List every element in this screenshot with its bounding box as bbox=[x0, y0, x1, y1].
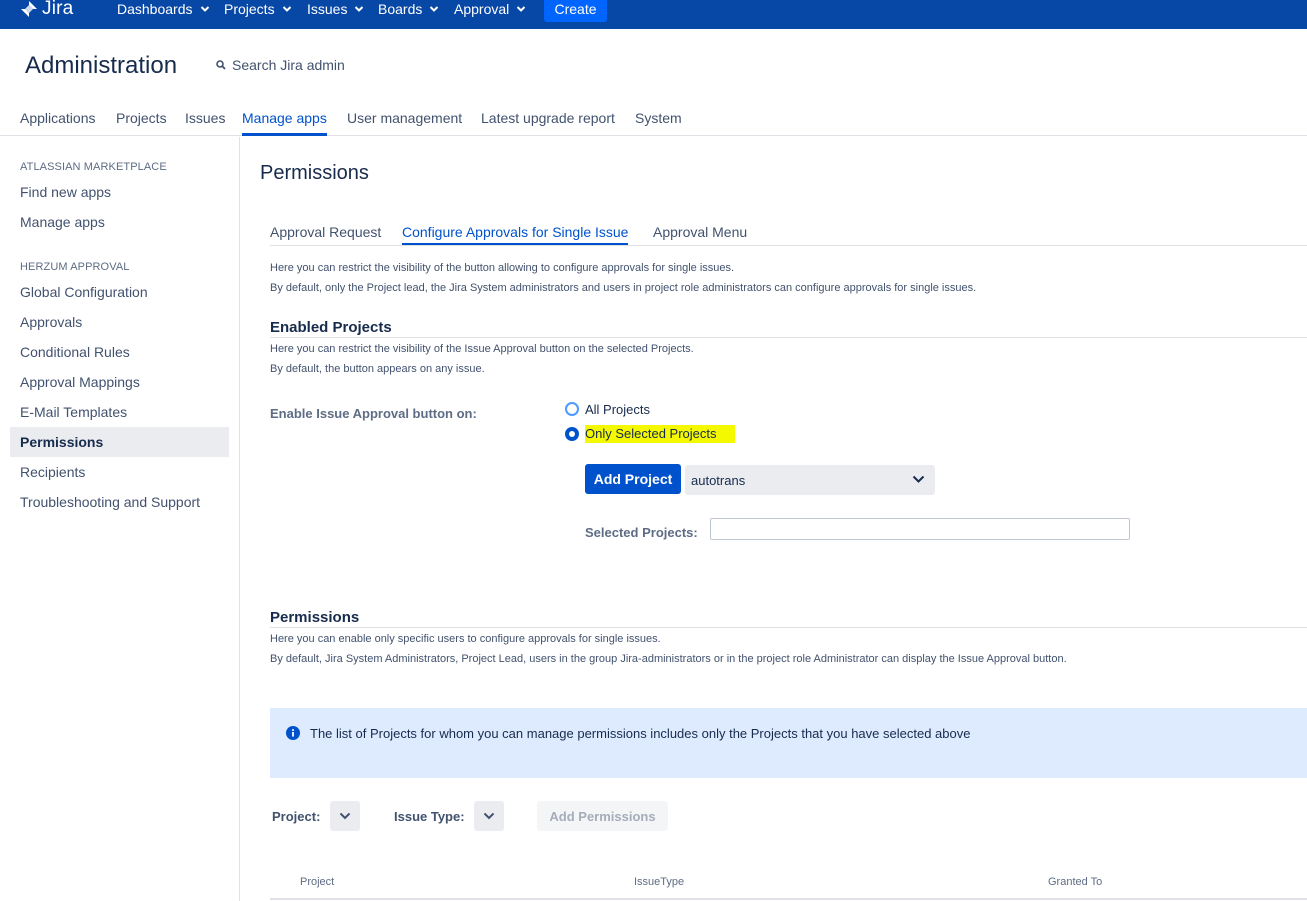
selected-projects-field[interactable] bbox=[710, 518, 1130, 540]
tab-issues[interactable]: Issues bbox=[185, 110, 225, 126]
search-icon bbox=[216, 60, 226, 70]
permissions-title: Permissions bbox=[270, 609, 360, 626]
tab-user-management[interactable]: User management bbox=[347, 110, 462, 126]
nav-boards-label: Boards bbox=[378, 0, 423, 17]
radio-all-projects-label: All Projects bbox=[585, 401, 651, 417]
info-icon bbox=[286, 726, 300, 740]
nav-dashboards-label: Dashboards bbox=[117, 0, 193, 17]
admin-tabs: Applications Projects Issues Manage apps… bbox=[0, 108, 1307, 136]
add-permissions-button[interactable]: Add Permissions bbox=[537, 801, 668, 831]
nav-boards[interactable]: Boards bbox=[378, 0, 439, 17]
sidebar-item-approval-mappings[interactable]: Approval Mappings bbox=[10, 367, 229, 397]
chevron-down-icon bbox=[355, 5, 364, 12]
project-select-value: autotrans bbox=[691, 472, 746, 488]
table-header-divider bbox=[270, 898, 1307, 900]
tab-approval-request[interactable]: Approval Request bbox=[270, 224, 381, 240]
tab-configure-approvals[interactable]: Configure Approvals for Single Issue bbox=[402, 224, 629, 245]
create-button[interactable]: Create bbox=[544, 0, 607, 22]
tab-system[interactable]: System bbox=[635, 110, 682, 126]
approval-subtabs: Approval Request Configure Approvals for… bbox=[270, 222, 1307, 246]
table-header-issuetype: IssueType bbox=[634, 876, 685, 888]
sidebar-item-find-new-apps[interactable]: Find new apps bbox=[10, 177, 229, 207]
tab-manage-apps[interactable]: Manage apps bbox=[242, 110, 327, 136]
chevron-down-icon bbox=[200, 5, 209, 12]
project-select[interactable]: autotrans bbox=[685, 465, 935, 495]
sidebar-heading-marketplace: ATLASSIAN MARKETPLACE bbox=[20, 161, 167, 173]
radio-unchecked-icon bbox=[565, 402, 579, 416]
permissions-desc-2: By default, Jira System Administrators, … bbox=[270, 653, 1067, 665]
page-title: Administration bbox=[25, 52, 178, 79]
divider bbox=[270, 627, 1307, 628]
project-filter-dropdown[interactable] bbox=[330, 801, 360, 831]
chevron-down-icon bbox=[517, 5, 526, 12]
table-header-granted-to: Granted To bbox=[1048, 876, 1103, 888]
sidebar-item-approvals[interactable]: Approvals bbox=[10, 307, 229, 337]
sidebar-item-email-templates[interactable]: E-Mail Templates bbox=[10, 397, 229, 427]
sidebar-heading-herzum-approval: HERZUM APPROVAL bbox=[20, 261, 130, 273]
tab-applications[interactable]: Applications bbox=[20, 110, 96, 126]
selected-projects-label: Selected Projects: bbox=[585, 525, 698, 540]
top-navigation-bar: Jira Dashboards Projects Issues Boards A… bbox=[0, 0, 1307, 29]
nav-approval-label: Approval bbox=[454, 0, 510, 17]
info-message: The list of Projects for whom you can ma… bbox=[270, 708, 1307, 778]
enabled-projects-title: Enabled Projects bbox=[270, 319, 392, 336]
radio-all-projects[interactable]: All Projects bbox=[565, 400, 650, 418]
admin-search[interactable]: Search Jira admin bbox=[216, 57, 345, 73]
chevron-down-icon bbox=[430, 5, 439, 12]
tab-projects[interactable]: Projects bbox=[116, 110, 167, 126]
table-header-project: Project bbox=[300, 876, 335, 888]
jira-logo-text: Jira bbox=[42, 0, 74, 19]
sidebar-item-global-configuration[interactable]: Global Configuration bbox=[10, 277, 229, 307]
intro-text-2: By default, only the Project lead, the J… bbox=[270, 282, 977, 294]
chevron-down-icon bbox=[339, 812, 351, 820]
nav-issues[interactable]: Issues bbox=[307, 0, 364, 17]
radio-only-selected-label: Only Selected Projects bbox=[585, 425, 735, 443]
nav-approval[interactable]: Approval bbox=[454, 0, 526, 17]
enabled-projects-desc-2: By default, the button appears on any is… bbox=[270, 363, 485, 375]
intro-text-1: Here you can restrict the visibility of … bbox=[270, 262, 735, 274]
sidebar-item-permissions[interactable]: Permissions bbox=[10, 427, 229, 457]
nav-projects-label: Projects bbox=[224, 0, 275, 17]
radio-checked-icon bbox=[565, 427, 579, 441]
sidebar: ATLASSIAN MARKETPLACE Find new apps Mana… bbox=[0, 137, 240, 901]
permissions-desc-1: Here you can enable only specific users … bbox=[270, 633, 661, 645]
add-project-button[interactable]: Add Project bbox=[585, 464, 681, 494]
issue-type-filter-label: Issue Type: bbox=[394, 809, 465, 824]
tab-latest-upgrade-report[interactable]: Latest upgrade report bbox=[481, 110, 615, 126]
chevron-down-icon bbox=[912, 475, 925, 483]
section-page-title: Permissions bbox=[260, 162, 369, 184]
enable-approval-label: Enable Issue Approval button on: bbox=[270, 406, 477, 421]
nav-issues-label: Issues bbox=[307, 0, 348, 17]
sidebar-item-recipients[interactable]: Recipients bbox=[10, 457, 229, 487]
radio-only-selected-projects[interactable]: Only Selected Projects bbox=[565, 425, 735, 443]
jira-logo-icon bbox=[21, 1, 37, 17]
info-message-text: The list of Projects for whom you can ma… bbox=[310, 726, 971, 741]
issue-type-filter-dropdown[interactable] bbox=[474, 801, 504, 831]
nav-dashboards[interactable]: Dashboards bbox=[117, 0, 210, 17]
sidebar-item-manage-apps[interactable]: Manage apps bbox=[10, 207, 229, 237]
admin-search-label: Search Jira admin bbox=[232, 57, 345, 73]
sidebar-item-conditional-rules[interactable]: Conditional Rules bbox=[10, 337, 229, 367]
nav-projects[interactable]: Projects bbox=[224, 0, 292, 17]
divider bbox=[270, 337, 1307, 338]
jira-logo[interactable]: Jira bbox=[20, 0, 73, 22]
tab-approval-menu[interactable]: Approval Menu bbox=[653, 224, 747, 240]
chevron-down-icon bbox=[282, 5, 291, 12]
sidebar-item-troubleshooting[interactable]: Troubleshooting and Support bbox=[10, 487, 229, 517]
enabled-projects-desc-1: Here you can restrict the visibility of … bbox=[270, 343, 694, 355]
project-filter-label: Project: bbox=[272, 809, 321, 824]
chevron-down-icon bbox=[483, 812, 495, 820]
